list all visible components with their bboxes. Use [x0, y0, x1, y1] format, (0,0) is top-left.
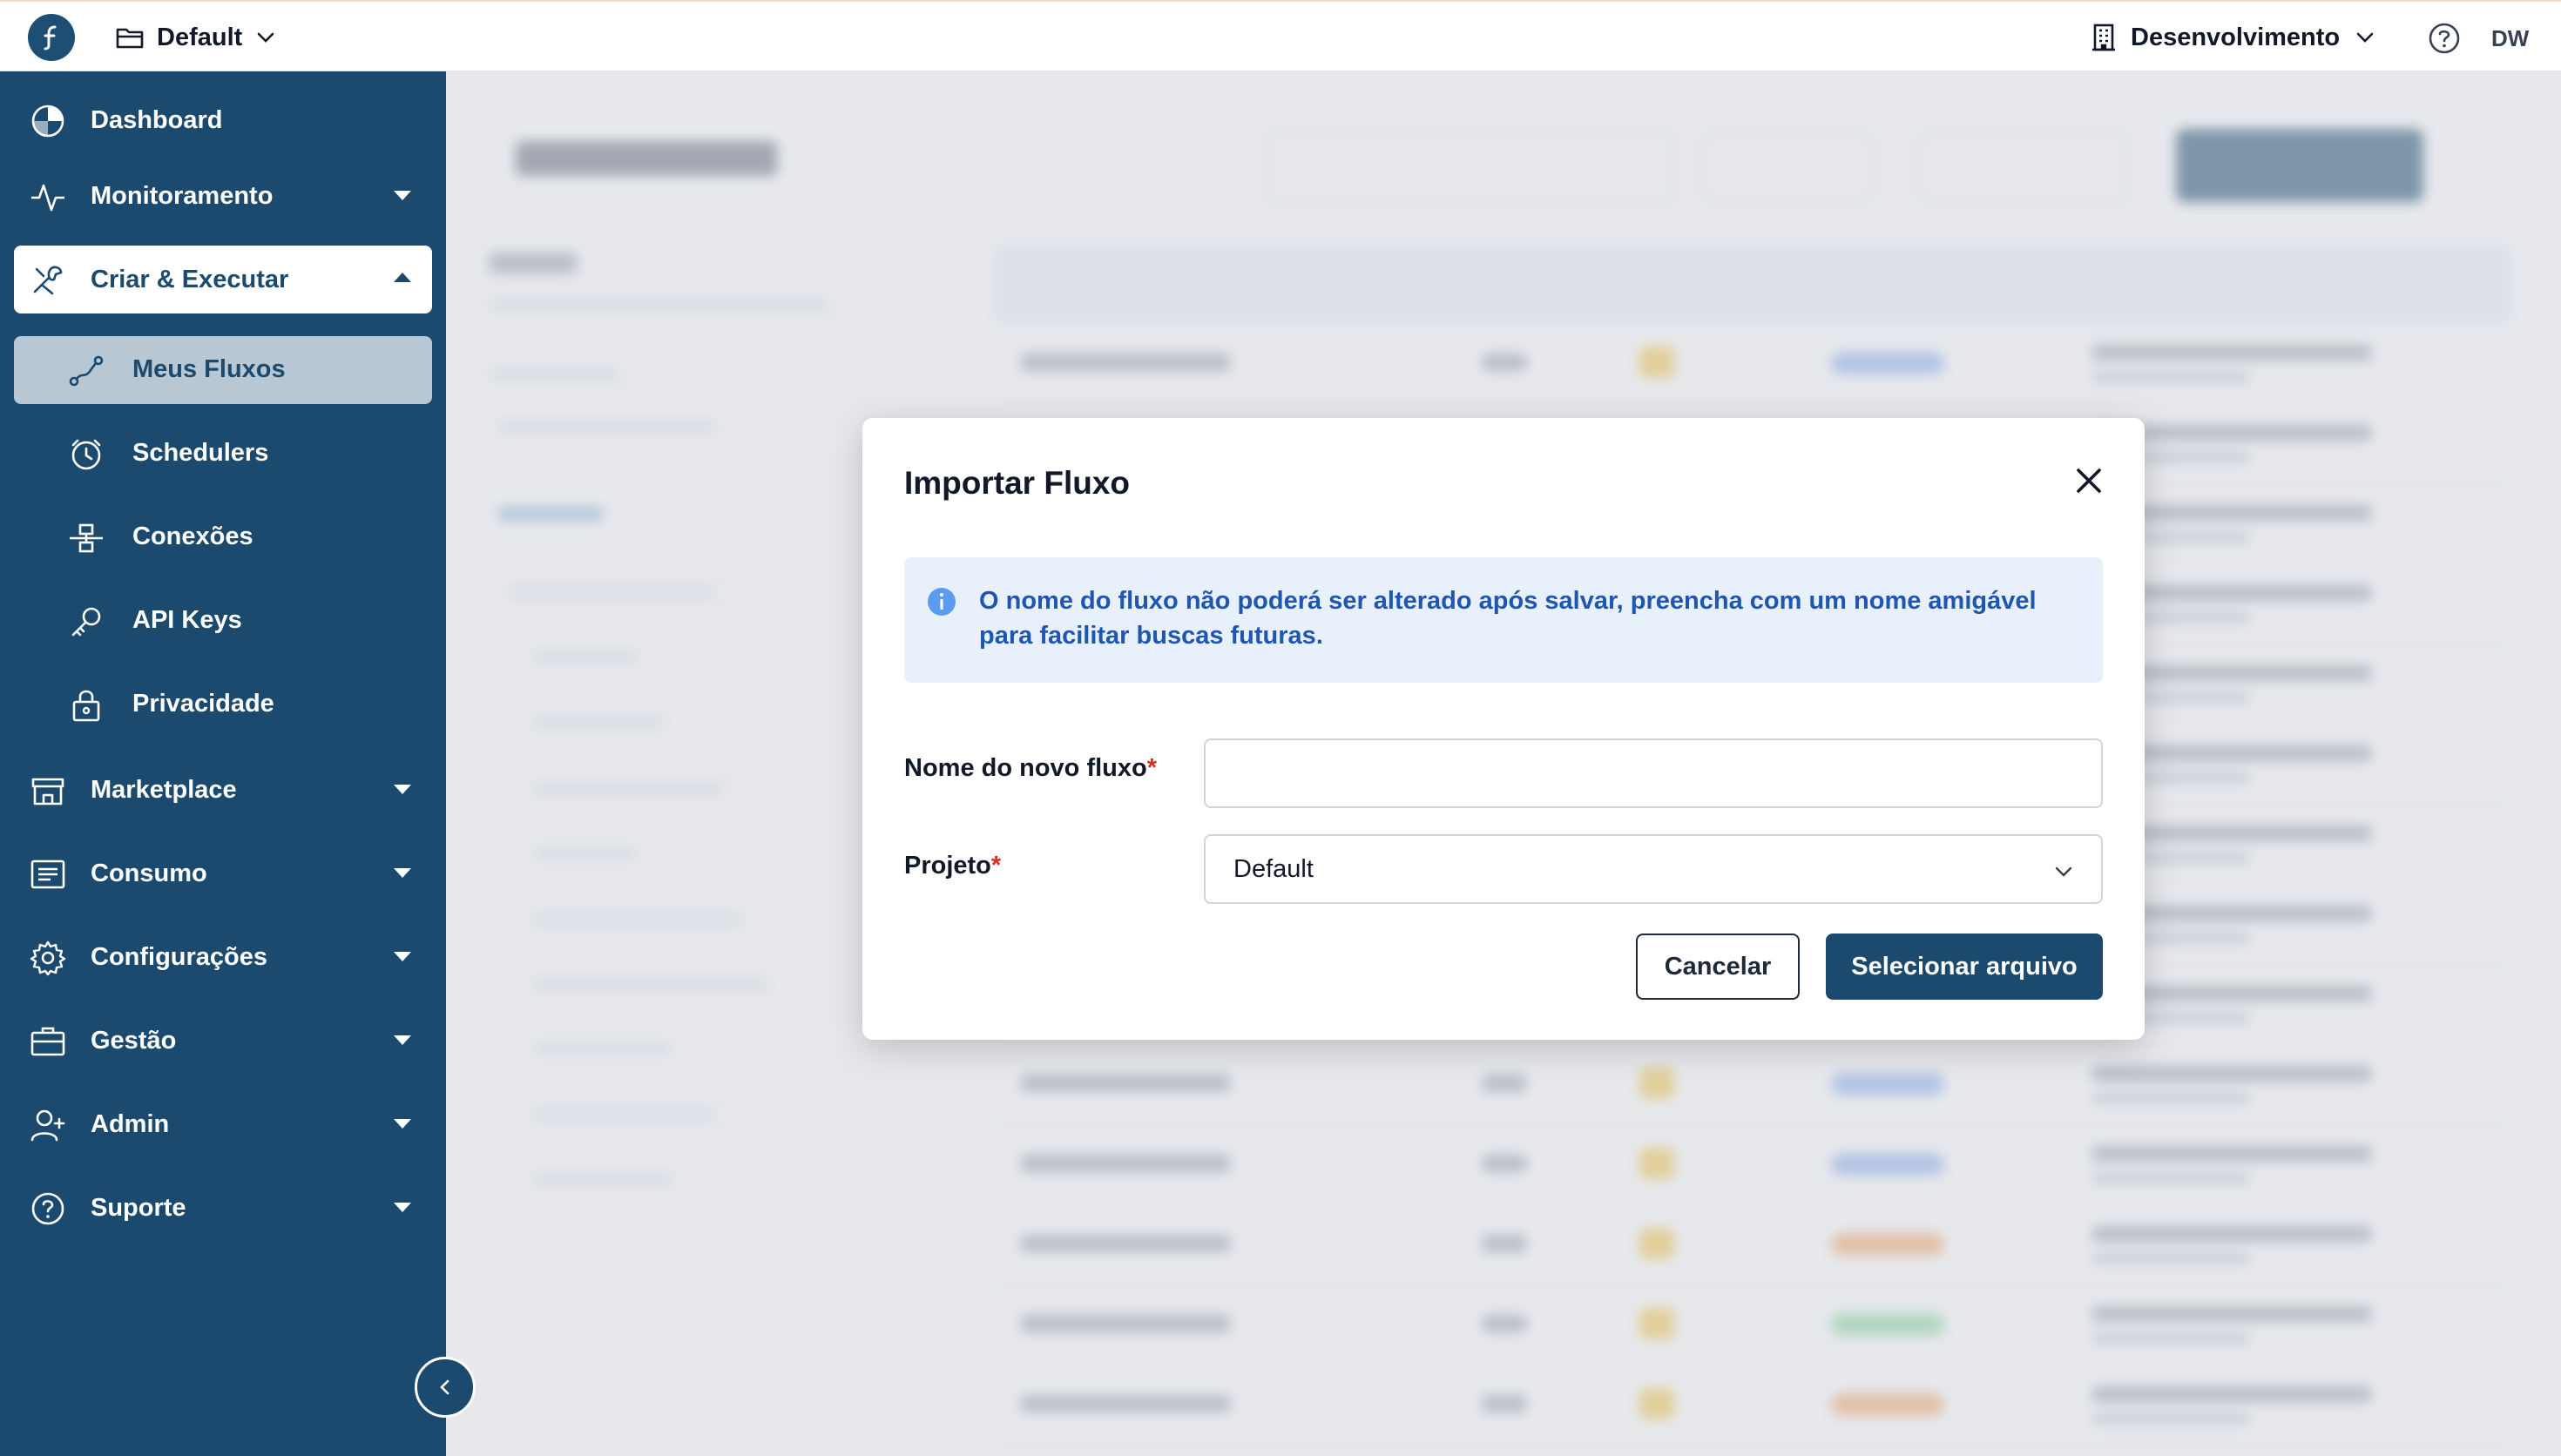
- sidebar-item-label: Configurações: [91, 942, 268, 971]
- sidebar-item-label: Admin: [91, 1109, 170, 1138]
- project-switcher[interactable]: Default: [115, 19, 277, 56]
- top-bar: Default Desenvolvimento DW: [0, 0, 2561, 71]
- activity-icon: [31, 184, 64, 212]
- sidebar-item-consumo[interactable]: Consumo: [14, 839, 432, 907]
- app-logo[interactable]: [28, 14, 75, 61]
- chevron-down-icon: [257, 32, 274, 43]
- clock-icon: [71, 439, 101, 470]
- sidebar-item-admin[interactable]: Admin: [14, 1090, 432, 1158]
- sidebar-item-marketplace[interactable]: Marketplace: [14, 756, 432, 824]
- chevron-left-icon: [440, 1379, 449, 1395]
- help-icon[interactable]: [2427, 21, 2462, 56]
- flow-icon: [69, 355, 104, 387]
- alert-message: O nome do fluxo não poderá ser alterado …: [979, 587, 2037, 650]
- select-file-button[interactable]: Selecionar arquivo: [1826, 934, 2103, 1000]
- flow-name-input[interactable]: [1204, 738, 2103, 808]
- connection-icon: [70, 523, 103, 553]
- caret-down-icon: [394, 952, 411, 961]
- sidebar-item-label: Marketplace: [91, 775, 237, 804]
- key-icon: [71, 607, 101, 637]
- sidebar-item-label: Suporte: [91, 1193, 186, 1222]
- sidebar-subitem-label: Meus Fluxos: [132, 355, 286, 383]
- chevron-down-icon: [2055, 866, 2072, 877]
- sidebar-subitem-label: Privacidade: [132, 690, 274, 718]
- required-asterisk: *: [1146, 754, 1158, 782]
- sidebar-item-label: Dashboard: [91, 105, 223, 134]
- sidebar-item-criar-executar[interactable]: Criar & Executar: [14, 246, 432, 313]
- sidebar-item-monitoramento[interactable]: Monitoramento: [14, 162, 432, 230]
- required-asterisk: *: [990, 852, 1002, 880]
- sidebar-subitem-schedulers[interactable]: Schedulers: [14, 420, 432, 488]
- sidebar-collapse-button[interactable]: [415, 1357, 476, 1418]
- close-icon[interactable]: [2070, 462, 2108, 500]
- info-icon: [928, 588, 956, 616]
- flow-name-label: Nome do novo fluxo*: [904, 754, 1157, 783]
- import-flow-dialog: Importar Fluxo O nome do fluxo não poder…: [862, 418, 2145, 1040]
- sidebar-item-gestao[interactable]: Gestão: [14, 1007, 432, 1075]
- chevron-down-icon: [2356, 32, 2374, 43]
- info-alert: O nome do fluxo não poderá ser alterado …: [904, 557, 2103, 683]
- project-label: Projeto*: [904, 852, 1001, 880]
- sidebar-item-suporte[interactable]: Suporte: [14, 1174, 432, 1242]
- sidebar-subitem-privacidade[interactable]: Privacidade: [14, 671, 432, 738]
- sidebar-item-label: Criar & Executar: [91, 265, 289, 293]
- sidebar-item-configuracoes[interactable]: Configurações: [14, 923, 432, 991]
- dashboard-icon: [31, 104, 64, 138]
- receipt-icon: [30, 859, 65, 889]
- project-select-value: Default: [1233, 854, 1314, 883]
- user-plus-icon: [30, 1109, 65, 1142]
- building-icon: [2092, 24, 2115, 51]
- caret-down-icon: [394, 1035, 411, 1045]
- gear-icon: [30, 940, 66, 976]
- tools-icon: [33, 266, 63, 295]
- organization-name: Desenvolvimento: [2131, 23, 2341, 51]
- organization-switcher[interactable]: Desenvolvimento: [2091, 19, 2376, 56]
- sidebar-subitem-api-keys[interactable]: API Keys: [14, 587, 432, 655]
- lock-icon: [72, 690, 100, 722]
- sidebar-subitem-label: API Keys: [132, 606, 242, 634]
- sidebar-item-label: Consumo: [91, 859, 207, 887]
- help-icon: [31, 1192, 64, 1225]
- caret-down-icon: [394, 785, 411, 794]
- caret-up-icon: [394, 273, 411, 282]
- project-label-text: Projeto: [904, 852, 991, 880]
- caret-down-icon: [394, 868, 411, 878]
- user-avatar[interactable]: DW: [2491, 21, 2529, 56]
- sidebar-item-label: Gestão: [91, 1026, 177, 1055]
- sidebar-subitem-meus-fluxos[interactable]: Meus Fluxos: [14, 336, 432, 404]
- caret-down-icon: [394, 191, 411, 200]
- briefcase-icon: [30, 1027, 65, 1056]
- caret-down-icon: [394, 1203, 411, 1212]
- project-select[interactable]: Default: [1204, 834, 2103, 904]
- folder-icon: [116, 28, 144, 49]
- sidebar-item-dashboard[interactable]: Dashboard: [14, 86, 432, 154]
- cancel-button[interactable]: Cancelar: [1636, 934, 1800, 1000]
- dialog-title: Importar Fluxo: [904, 465, 1131, 501]
- sidebar-subitem-conexoes[interactable]: Conexões: [14, 503, 432, 571]
- store-icon: [31, 778, 64, 806]
- sidebar-item-label: Monitoramento: [91, 181, 274, 210]
- sidebar-subitem-label: Schedulers: [132, 439, 269, 467]
- flow-name-label-text: Nome do novo fluxo: [904, 754, 1147, 782]
- sidebar-subitem-label: Conexões: [132, 522, 253, 550]
- caret-down-icon: [394, 1119, 411, 1129]
- project-name: Default: [157, 23, 243, 51]
- logo-icon: [44, 25, 57, 51]
- sidebar: Dashboard Monitoramento Criar & Executar…: [0, 71, 446, 1456]
